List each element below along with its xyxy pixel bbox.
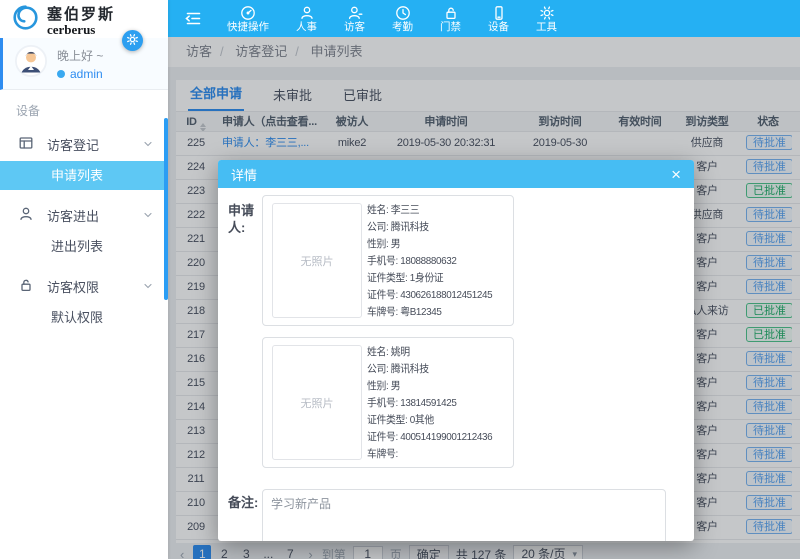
- sidebar-subitem[interactable]: 默认权限: [0, 303, 168, 332]
- close-icon[interactable]: ×: [671, 166, 681, 183]
- modal-header: 详情 ×: [218, 160, 694, 188]
- brand-name-cn: 塞伯罗斯: [47, 3, 115, 24]
- sidebar-scrollbar[interactable]: [164, 118, 168, 300]
- chevron-down-icon: [142, 209, 154, 224]
- topnav-item-label: 考勤: [392, 22, 413, 34]
- brand-swirl-icon: [12, 4, 39, 36]
- gear-icon: [126, 33, 139, 49]
- applicant-field: 公司: 腾讯科技: [367, 361, 516, 378]
- permission-lock-icon: [18, 277, 34, 296]
- sidebar-submenu: 默认权限: [0, 303, 168, 332]
- topnav-item-label: 设备: [488, 22, 509, 34]
- topnav-item[interactable]: 工具: [536, 4, 557, 34]
- applicant-field: 手机号: 18088880632: [367, 253, 516, 270]
- registry-icon: [18, 135, 34, 154]
- applicant-field: 手机号: 13814591425: [367, 395, 516, 412]
- chevron-down-icon: [142, 138, 154, 153]
- applicant-info: 姓名: 姚明公司: 腾讯科技性别: 男手机号: 13814591425证件类型:…: [367, 344, 516, 463]
- lock-icon: [443, 5, 459, 21]
- sidebar-item-label: 访客权限: [47, 277, 99, 296]
- sidebar-item[interactable]: 访客权限: [0, 269, 168, 303]
- applicant-field: 公司: 腾讯科技: [367, 219, 516, 236]
- dashboard-icon: [240, 5, 256, 21]
- applicant-field: 性别: 男: [367, 378, 516, 395]
- applicant-field: 证件类型: 0其他: [367, 412, 516, 429]
- sidebar-subitem[interactable]: 申请列表: [0, 161, 168, 190]
- applicant-card: 无照片姓名: 李三三公司: 腾讯科技性别: 男手机号: 18088880632证…: [262, 195, 514, 326]
- applicant-field: 姓名: 姚明: [367, 344, 516, 361]
- sidebar-subitem[interactable]: 进出列表: [0, 232, 168, 261]
- sidebar: 塞伯罗斯 cerberus 晚上好 ~ admin: [0, 0, 168, 559]
- applicant-label: 申请人:: [228, 202, 264, 236]
- avatar: [15, 45, 47, 82]
- topnav-item-label: 人事: [296, 22, 317, 34]
- applicant-info: 姓名: 李三三公司: 腾讯科技性别: 男手机号: 18088880632证件类型…: [367, 202, 516, 321]
- sidebar-submenu: 进出列表: [0, 232, 168, 261]
- topnav-item[interactable]: 访客: [344, 4, 365, 34]
- person-icon: [18, 206, 34, 225]
- sidebar-item[interactable]: 访客登记: [0, 127, 168, 161]
- user-panel: 晚上好 ~ admin: [0, 38, 168, 90]
- remark-textarea[interactable]: 学习新产品: [262, 489, 666, 541]
- applicant-field: 姓名: 李三三: [367, 202, 516, 219]
- modal-title: 详情: [231, 165, 257, 184]
- no-photo-placeholder: 无照片: [272, 345, 362, 460]
- applicant-field: 证件号: 430626188012451245: [367, 287, 516, 304]
- topnav-item[interactable]: 考勤: [392, 4, 413, 34]
- no-photo-placeholder: 无照片: [272, 203, 362, 318]
- topnav-item-label: 门禁: [440, 22, 461, 34]
- brand-name-en: cerberus: [47, 22, 115, 38]
- topnav-item[interactable]: 设备: [488, 4, 509, 34]
- applicant-field: 证件类型: 1身份证: [367, 270, 516, 287]
- people-icon: [299, 5, 315, 21]
- brand-logo: 塞伯罗斯 cerberus: [0, 0, 168, 38]
- chevron-down-icon: [142, 280, 154, 295]
- online-status-dot: [57, 70, 65, 78]
- visitor-icon: [347, 5, 363, 21]
- detail-modal: 详情 × 申请人: 无照片姓名: 李三三公司: 腾讯科技性别: 男手机号: 18…: [218, 160, 694, 541]
- sidebar-item[interactable]: 访客进出: [0, 198, 168, 232]
- collapse-menu-icon[interactable]: [184, 10, 203, 27]
- username: admin: [70, 67, 103, 81]
- sidebar-submenu: 申请列表: [0, 161, 168, 190]
- applicant-field: 性别: 男: [367, 236, 516, 253]
- applicant-field: 车牌号: 粤B12345: [367, 304, 516, 321]
- topnav-item-label: 访客: [344, 22, 365, 34]
- applicant-card: 无照片姓名: 姚明公司: 腾讯科技性别: 男手机号: 13814591425证件…: [262, 337, 514, 468]
- applicant-field: 证件号: 400514199001212436: [367, 429, 516, 446]
- sidebar-item-label: 访客登记: [47, 135, 99, 154]
- device-icon: [491, 5, 507, 21]
- tools-icon: [539, 5, 555, 21]
- topnav-item-label: 工具: [536, 22, 557, 34]
- remark-label: 备注:: [228, 494, 264, 511]
- topnav-item[interactable]: 门禁: [440, 4, 461, 34]
- sidebar-settings-gear-button[interactable]: [122, 30, 143, 51]
- topnav-item-label: 快捷操作: [227, 22, 269, 34]
- topnav: 快捷操作 人事 访客 考勤 门禁 设备 工具: [168, 0, 800, 37]
- applicant-field: 车牌号:: [367, 446, 516, 463]
- user-greeting: 晚上好 ~: [57, 47, 103, 64]
- topnav-item[interactable]: 人事: [296, 4, 317, 34]
- modal-body: 申请人: 无照片姓名: 李三三公司: 腾讯科技性别: 男手机号: 1808888…: [218, 188, 694, 541]
- sidebar-section-label: 设备: [0, 90, 168, 127]
- app-window: 塞伯罗斯 cerberus 晚上好 ~ admin: [0, 0, 800, 559]
- sidebar-item-label: 访客进出: [47, 206, 99, 225]
- topnav-item[interactable]: 快捷操作: [227, 4, 269, 34]
- clock-icon: [395, 5, 411, 21]
- topnav-items: 快捷操作 人事 访客 考勤 门禁 设备 工具: [227, 4, 557, 34]
- sidebar-menu: 访客登记申请列表访客进出进出列表访客权限默认权限: [0, 127, 168, 332]
